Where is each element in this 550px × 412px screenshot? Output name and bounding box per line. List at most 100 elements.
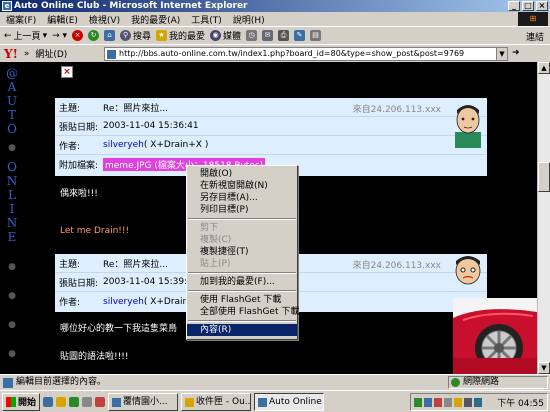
tray-icon[interactable] [434,397,442,407]
post-date-row: 張貼日期: 2003-11-04 15:36:41 [55,117,487,136]
taskbar-item[interactable]: 收件匣 - Ou... [181,392,252,411]
back-label: 上一頁 [13,32,41,42]
clock[interactable]: 下午 04:55 [497,396,547,409]
sidebar-letter: L [8,188,16,202]
menu-bar: 檔案(F) 編輯(E) 檢視(V) 我的最愛(A) 工具(T) 說明(H) ⊞ [0,12,550,26]
forward-button[interactable]: → ▾ [52,31,67,41]
home-icon[interactable]: ⌂ [104,30,116,41]
ie-icon [112,397,122,407]
discuss-icon[interactable]: ▤ [310,30,322,41]
tray-icon[interactable] [444,397,452,407]
history-icon[interactable]: ◷ [246,30,258,41]
sidebar-letter: T [7,108,16,122]
explorer-quicklaunch-icon[interactable] [82,396,93,407]
address-field[interactable]: http://bbs.auto-online.com.tw/index1.php… [104,47,508,61]
ie-icon [258,397,268,407]
sidebar-letter: O [7,122,17,136]
start-button[interactable]: 開始 [2,392,41,411]
sidebar-letter: N [6,174,18,188]
menu-view[interactable]: 檢視(V) [89,13,120,26]
app-quicklaunch-icon[interactable] [95,396,106,407]
ctx-open[interactable]: 開啟(O) [187,168,297,180]
taskbar-item-active[interactable]: Auto Online ... [254,392,325,411]
address-label: 網址(D) [35,50,68,60]
maximize-button[interactable]: □ [522,1,534,11]
toolbar: ← 上一頁 ▾ → ▾ × ↻ ⌂ ⚲ 搜尋 ★ 我的最愛 ◉ 媒體 ◷ ✉ ⎙… [0,26,550,44]
context-menu: 開啟(O) 在新視窗開啟(N) 另存目標(A)... 列印目標(P) 剪下 複製… [186,165,299,340]
outlook-quicklaunch-icon[interactable] [56,396,67,407]
menu-favorites[interactable]: 我的最愛(A) [131,13,180,26]
menu-file[interactable]: 檔案(F) [6,13,36,26]
post-message: 偶來啦!!! [60,189,98,199]
address-dropdown[interactable]: ▼ [496,48,507,60]
toolbar-chevron[interactable]: » [24,49,30,59]
tray-icon[interactable] [454,397,462,407]
page-icon [107,50,116,59]
ctx-save-target[interactable]: 另存目標(A)... [187,192,297,204]
ctx-cut: 剪下 [200,223,219,233]
mail-icon[interactable]: ✉ [262,30,274,41]
subject-label: 主題: [59,103,81,114]
vertical-scrollbar[interactable]: ▲ ▼ [537,62,550,374]
yahoo-logo-icon[interactable]: Y! [4,47,18,61]
favorites-label: 我的最愛 [169,32,206,42]
print-icon[interactable]: ⎙ [278,30,290,41]
ctx-copy-shortcut[interactable]: 複製捷徑(T) [187,246,297,258]
title-bar: e Auto Online Club - Microsoft Internet … [0,0,550,12]
ctx-copy: 複製(C) [200,235,232,245]
post-subject-row: 主題: Re：照片來拉... 來自24.206.113.xxx [55,98,487,117]
broken-image-icon: × [61,66,73,78]
media-button[interactable]: ◉ 媒體 [210,29,241,42]
favorites-icon: ★ [156,30,168,41]
menu-edit[interactable]: 編輯(E) [47,13,78,26]
date-label: 張貼日期: [59,122,99,133]
scroll-down-icon[interactable]: ▼ [538,362,550,374]
stop-icon[interactable]: × [72,30,84,41]
chevron-down-icon: ▾ [42,30,48,41]
desktop-quicklaunch-icon[interactable] [69,396,80,407]
author-link[interactable]: silveryeh [103,140,144,150]
sidebar-letter: A [7,80,17,94]
author-alias: ( X+Drain+X ) [143,140,209,150]
status-bar: 編輯目前選擇的內容。 網際網路 [0,374,550,390]
go-arrow-icon[interactable]: ➜ [512,48,520,58]
refresh-icon[interactable]: ↻ [88,30,100,41]
taskbar-item-label: Auto Online ... [269,396,323,407]
post-subject: Re：照片來拉... [103,103,168,114]
volume-icon[interactable] [474,397,482,407]
scroll-thumb[interactable] [538,162,550,192]
tray-icon[interactable] [464,397,472,407]
menu-tools[interactable]: 工具(T) [191,13,222,26]
edit-icon[interactable]: ✎ [294,30,306,41]
links-label[interactable]: 連結 [526,30,544,43]
sidebar-letter: @ [6,66,18,80]
ctx-open-new-window[interactable]: 在新視窗開啟(N) [187,180,297,192]
favorites-button[interactable]: ★ 我的最愛 [156,29,205,42]
window-controls: _ □ × [508,1,548,11]
car-image [453,298,537,374]
ctx-properties[interactable]: 內容(R) [187,324,297,336]
page-status-icon [3,378,13,388]
tray-icon[interactable] [424,397,432,407]
windows-flag-icon [6,396,16,407]
ie-quicklaunch-icon[interactable] [43,396,54,407]
taskbar-item[interactable]: 覆情園小... [108,392,179,411]
ctx-add-favorites[interactable]: 加到我的最愛(F)... [187,276,297,288]
sidebar-letter: I [9,202,15,216]
back-button[interactable]: ← 上一頁 ▾ [4,29,48,43]
site-sidebar: @ A U T O ● O N L I N E ● ● ● ● ● C [4,66,20,374]
ctx-flashget-all[interactable]: 全部使用 FlashGet 下載 [187,306,299,318]
menu-help[interactable]: 說明(H) [233,13,265,26]
close-button[interactable]: × [536,1,548,11]
ctx-print-target[interactable]: 列印目標(P) [187,204,297,216]
tray-icon[interactable] [414,397,422,407]
author-link[interactable]: silveryeh [103,297,144,307]
taskbar: 開始 覆情園小... 收件匣 - Ou... Auto Online ... 下… [0,390,550,412]
search-button[interactable]: ⚲ 搜尋 [120,29,151,42]
minimize-button[interactable]: _ [508,1,520,11]
globe-icon [451,378,460,387]
ctx-flashget-download[interactable]: 使用 FlashGet 下載 [187,294,297,306]
post-author-row: 作者: silveryeh ( X+Drain+X ) [55,136,487,155]
scroll-up-icon[interactable]: ▲ [538,62,550,74]
media-label: 媒體 [223,32,242,42]
